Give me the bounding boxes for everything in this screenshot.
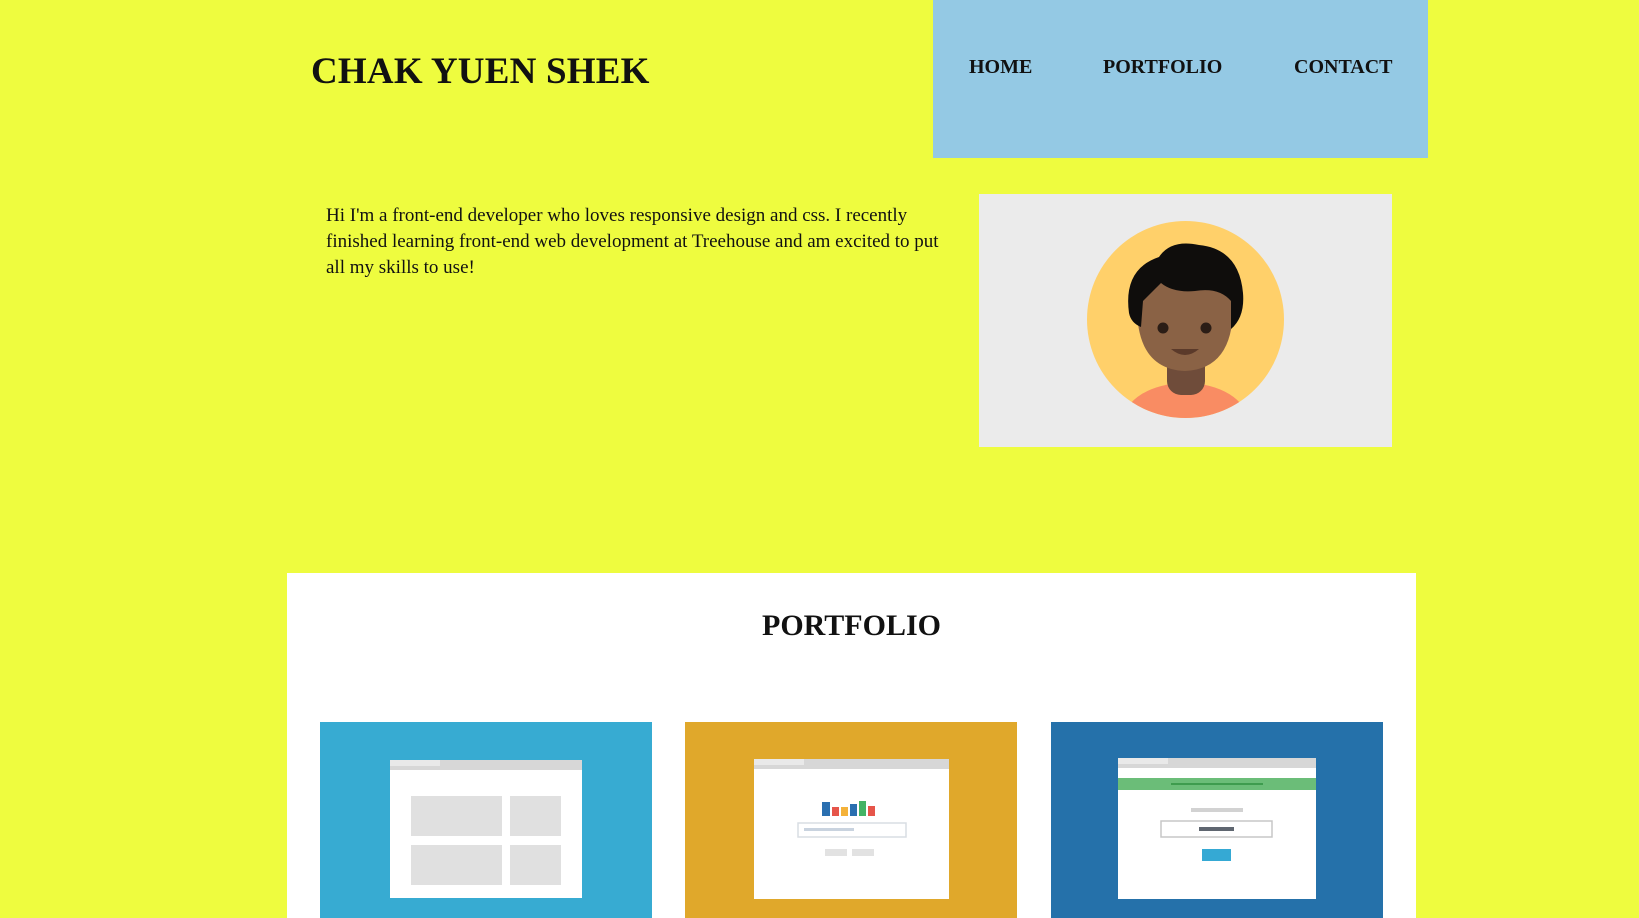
portfolio-section: PORTFOLIO (287, 573, 1416, 918)
page: CHAK YUEN SHEK HOME PORTFOLIO CONTACT Hi… (0, 0, 1639, 918)
nav-home-link[interactable]: HOME (969, 56, 1032, 79)
nav-contact-link[interactable]: CONTACT (1294, 56, 1393, 79)
portfolio-card-2[interactable] (685, 722, 1017, 918)
bar-chart-window-icon (754, 759, 949, 899)
signup-form-window-icon (1118, 758, 1316, 899)
intro-text: Hi I'm a front-end developer who loves r… (326, 205, 939, 278)
portfolio-card-1[interactable] (320, 722, 652, 918)
main-nav: HOME PORTFOLIO CONTACT (933, 0, 1428, 158)
site-title: CHAK YUEN SHEK (311, 51, 650, 92)
layout-wireframe-icon (390, 760, 582, 898)
nav-portfolio-link[interactable]: PORTFOLIO (1103, 56, 1222, 79)
portfolio-heading: PORTFOLIO (762, 609, 941, 642)
portfolio-card-3[interactable] (1051, 722, 1383, 918)
avatar-panel (979, 194, 1392, 447)
developer-avatar-icon (1087, 221, 1284, 418)
